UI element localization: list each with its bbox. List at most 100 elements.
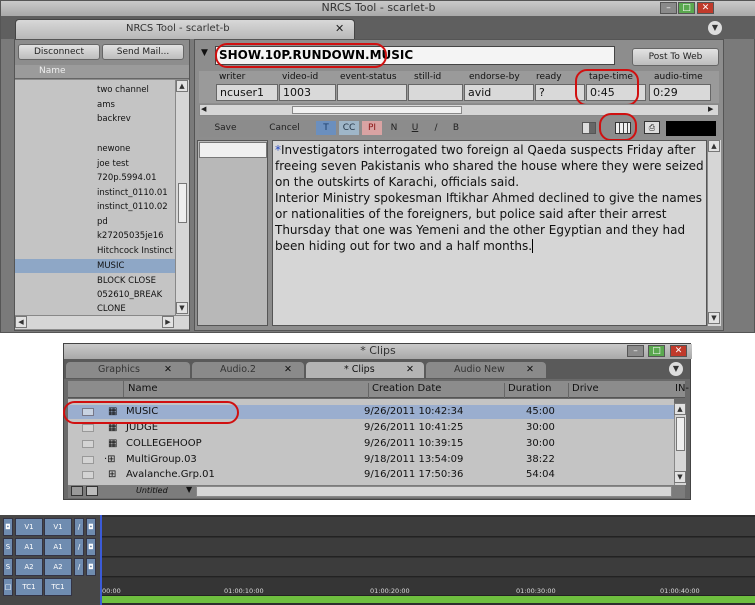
field-still-id[interactable] (408, 84, 463, 101)
scroll-up-icon[interactable]: ▲ (176, 80, 188, 92)
editor-scrollbar[interactable]: ▲ ▼ (707, 140, 721, 326)
tab-close-icon[interactable]: ✕ (164, 362, 172, 378)
track-a1-record[interactable]: A1 (44, 538, 72, 556)
bin-view-dropdown-icon[interactable]: ▼ (186, 485, 192, 494)
timeline-position-bar[interactable] (100, 596, 755, 603)
timeline-track-a1[interactable] (100, 538, 755, 557)
table-row[interactable]: ⊞ Avalanche.Grp.01 9/16/2011 17:50:36 54… (68, 468, 674, 482)
tab-audio-new[interactable]: Audio New ✕ (426, 362, 546, 378)
list-item[interactable]: BLOCK CLOSE (15, 274, 175, 288)
scroll-thumb[interactable] (178, 183, 187, 223)
field-video-id[interactable]: 1003 (279, 84, 336, 101)
save-button[interactable]: Save (203, 121, 248, 135)
underline-button[interactable]: U (406, 121, 424, 135)
list-item[interactable]: 052610_BREAK (15, 288, 175, 302)
list-item[interactable]: 720p.5994.01 (15, 171, 175, 185)
table-row[interactable]: ·⊞ MultiGroup.03 9/18/2011 13:54:09 38:2… (68, 453, 674, 467)
format-cc-button[interactable]: CC (339, 121, 359, 135)
story-text-area[interactable]: *Investigators interrogated two foreign … (272, 140, 707, 326)
name-column-header[interactable]: Name (39, 66, 66, 76)
minimize-button[interactable]: – (660, 2, 677, 14)
bin-hscrollbar[interactable] (196, 486, 672, 497)
text-view-icon[interactable] (86, 486, 98, 496)
track-monitor-icon[interactable]: ◘ (86, 538, 96, 556)
list-item[interactable]: Hitchcock Instinct (15, 244, 175, 258)
list-item[interactable]: instinct_0110.01 (15, 186, 175, 200)
format-pi-button[interactable]: PI (362, 121, 382, 135)
list-item[interactable]: backrev (15, 112, 175, 126)
row-checkbox[interactable] (82, 424, 94, 432)
scroll-right-icon[interactable]: ▶ (162, 316, 174, 328)
track-solo-icon[interactable]: S (3, 558, 13, 576)
scroll-down-icon[interactable]: ▼ (176, 302, 188, 314)
timeline-track-a2[interactable] (100, 558, 755, 577)
field-endorse-by[interactable]: avid (464, 84, 534, 101)
send-mail-button[interactable]: Send Mail... (102, 44, 184, 60)
minimize-button[interactable]: – (627, 345, 644, 357)
table-row[interactable]: ▦ COLLEGEHOOP 9/26/2011 10:39:15 30:00 (68, 437, 674, 451)
col-header-in[interactable]: IN- (675, 383, 689, 394)
timeline-ruler[interactable] (100, 578, 755, 596)
track-solo-icon[interactable]: S (3, 538, 13, 556)
track-a2-record[interactable]: A2 (44, 558, 72, 576)
italic-button[interactable]: / (427, 121, 445, 135)
track-v1-record[interactable]: V1 (44, 518, 72, 536)
list-item[interactable]: pd (15, 215, 175, 229)
list-item[interactable]: k27205035je16 (15, 229, 175, 243)
scroll-up-icon[interactable]: ▲ (674, 403, 686, 415)
track-monitor-icon[interactable]: ◘ (86, 558, 96, 576)
fields-scrollbar[interactable]: ◀ ▶ (199, 104, 719, 116)
tab-close-icon[interactable]: ✕ (284, 362, 292, 378)
field-audio-time[interactable]: 0:29 (649, 84, 711, 101)
col-header-duration[interactable]: Duration (504, 383, 551, 399)
track-tc1-source[interactable]: TC1 (15, 578, 43, 596)
frame-view-icon[interactable] (71, 486, 83, 496)
scroll-up-icon[interactable]: ▲ (708, 140, 720, 152)
list-item[interactable]: ams (15, 98, 175, 112)
track-monitor-icon[interactable]: ◘ (86, 518, 96, 536)
expand-arrow-icon[interactable]: ▼ (201, 48, 208, 58)
sidebar-scrollbar[interactable]: ▲ ▼ (175, 80, 189, 315)
track-sync-icon[interactable]: / (74, 518, 84, 536)
bin-menu-icon[interactable]: ▼ (669, 362, 683, 376)
list-item[interactable]: two channel (15, 83, 175, 97)
row-checkbox[interactable] (82, 456, 94, 464)
list-item[interactable]: joe test (15, 157, 175, 171)
maximize-button[interactable]: □ (648, 345, 665, 357)
timeline-track-v1[interactable] (100, 517, 755, 537)
scroll-down-icon[interactable]: ▼ (708, 312, 720, 324)
col-header-creation-date[interactable]: Creation Date (368, 383, 441, 399)
list-item-selected[interactable]: MUSIC (15, 259, 175, 273)
gutter-field[interactable] (199, 142, 267, 158)
maximize-button[interactable]: □ (678, 2, 695, 14)
tab-clips[interactable]: * Clips ✕ (306, 362, 424, 378)
close-window-button[interactable]: ✕ (670, 345, 687, 357)
tab-menu-icon[interactable]: ▼ (708, 21, 722, 35)
track-a2-source[interactable]: A2 (15, 558, 43, 576)
track-lock-icon[interactable]: ◘ (3, 518, 13, 536)
track-a1-source[interactable]: A1 (15, 538, 43, 556)
tab-close-icon[interactable]: ✕ (335, 22, 344, 35)
bin-scrollbar[interactable]: ▲ ▼ (674, 403, 686, 485)
col-header-name[interactable]: Name (128, 383, 158, 394)
track-sync-icon[interactable]: / (74, 558, 84, 576)
scroll-left-icon[interactable]: ◀ (201, 105, 206, 113)
print-icon[interactable]: ⎙ (644, 121, 660, 134)
cancel-button[interactable]: Cancel (262, 121, 307, 135)
field-writer[interactable]: ncuser1 (216, 84, 278, 101)
tab-close-icon[interactable]: ✕ (406, 362, 414, 378)
track-lock-icon[interactable]: □ (3, 578, 13, 596)
tab-graphics[interactable]: Graphics ✕ (66, 362, 190, 378)
field-event-status[interactable] (337, 84, 407, 101)
bin-view-selector[interactable]: Untitled (136, 486, 168, 495)
tab-nrcs[interactable]: NRCS Tool - scarlet-b ✕ (15, 19, 355, 39)
row-checkbox[interactable] (82, 440, 94, 448)
scroll-thumb[interactable] (292, 106, 462, 114)
tab-close-icon[interactable]: ✕ (526, 362, 534, 378)
scroll-down-icon[interactable]: ▼ (674, 471, 686, 483)
row-checkbox[interactable] (82, 471, 94, 479)
list-item[interactable]: CLONE (15, 302, 175, 315)
track-tc1-record[interactable]: TC1 (44, 578, 72, 596)
close-window-button[interactable]: ✕ (697, 2, 714, 14)
col-header-drive[interactable]: Drive (568, 383, 678, 399)
